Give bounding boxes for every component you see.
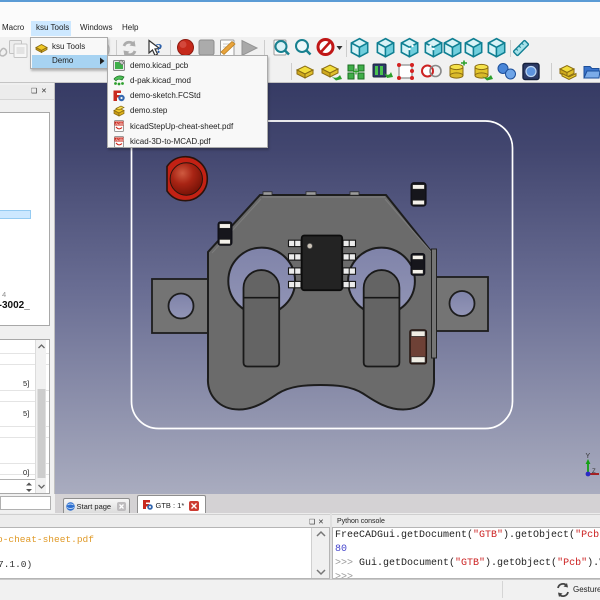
svg-text:Z: Z (592, 469, 596, 475)
svg-text:Y: Y (586, 453, 591, 460)
svg-text:ADBE: ADBE (115, 122, 125, 126)
svg-text:ADBE: ADBE (115, 138, 125, 142)
